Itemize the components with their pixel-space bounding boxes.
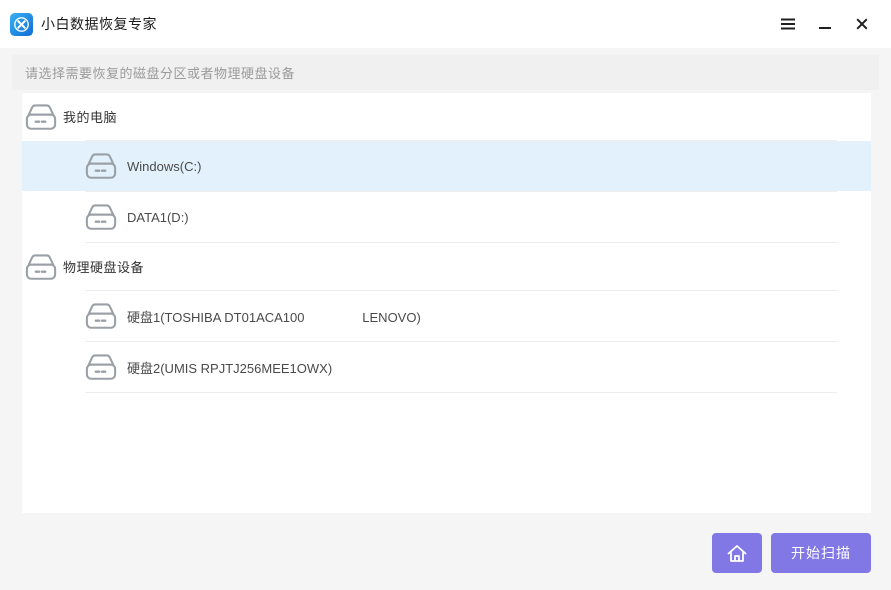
menu-icon[interactable]: [777, 10, 799, 38]
home-button[interactable]: [712, 533, 762, 573]
drive-icon: [25, 253, 57, 281]
instruction-text: 请选择需要恢复的磁盘分区或者物理硬盘设备: [25, 63, 295, 82]
list-item-windows-c[interactable]: Windows(C:): [22, 141, 871, 191]
section-physical-disks: 物理硬盘设备: [22, 243, 871, 290]
instruction-bar: 请选择需要恢复的磁盘分区或者物理硬盘设备: [12, 55, 879, 90]
app-title: 小白数据恢复专家: [41, 14, 157, 34]
titlebar: 小白数据恢复专家: [0, 0, 891, 48]
minimize-icon[interactable]: [814, 10, 836, 38]
section-my-computer: 我的电脑: [22, 93, 871, 140]
list-item-label: DATA1(D:): [127, 210, 189, 225]
section-label: 物理硬盘设备: [63, 257, 144, 276]
list-item-label: Windows(C:): [127, 159, 201, 174]
close-icon[interactable]: [851, 10, 873, 38]
drive-icon: [25, 103, 57, 131]
window-controls: [777, 0, 873, 48]
list-item-label: 硬盘2(UMIS RPJTJ256MEE1OWX): [127, 358, 332, 377]
drive-icon: [85, 152, 117, 180]
list-item-disk1[interactable]: 硬盘1(TOSHIBA DT01ACA100 LENOVO): [22, 291, 871, 341]
list-item-data1-d[interactable]: DATA1(D:): [22, 192, 871, 242]
device-list: 我的电脑 Windows(C:): [22, 93, 871, 513]
start-scan-button[interactable]: 开始扫描: [771, 533, 871, 573]
section-label: 我的电脑: [63, 107, 117, 126]
list-item-label: 硬盘1(TOSHIBA DT01ACA100 LENOVO): [127, 307, 421, 326]
list-item-disk2[interactable]: 硬盘2(UMIS RPJTJ256MEE1OWX): [22, 342, 871, 392]
drive-icon: [85, 353, 117, 381]
drive-icon: [85, 302, 117, 330]
divider: [85, 392, 837, 393]
main-area: 请选择需要恢复的磁盘分区或者物理硬盘设备 我的电脑: [0, 48, 891, 590]
home-icon: [726, 543, 748, 564]
app-logo-icon: [10, 13, 33, 36]
drive-icon: [85, 203, 117, 231]
